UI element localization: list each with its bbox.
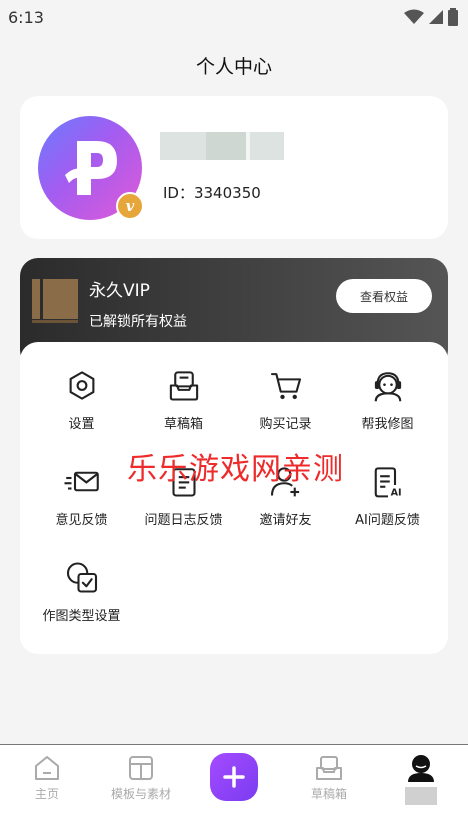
- menu-label: 意见反馈: [55, 513, 108, 528]
- watermark-text: 乐乐游戏网亲测: [127, 452, 344, 487]
- vip-badge: v: [116, 192, 144, 220]
- vip-title: 永久VIP: [89, 281, 150, 301]
- cart-icon: [270, 373, 301, 400]
- status-bar: 6:13: [0, 0, 468, 34]
- username-blurred: [160, 132, 284, 160]
- home-icon: [35, 756, 59, 780]
- nav-label: 模板与素材: [110, 787, 171, 801]
- profile-icon: [408, 755, 434, 782]
- menu-label: 设置: [68, 417, 95, 432]
- battery-icon: [448, 8, 458, 26]
- menu-label: 购买记录: [259, 417, 312, 432]
- status-time: 6:13: [8, 7, 44, 27]
- menu-label: 草稿箱: [163, 417, 203, 432]
- page-title: 个人中心: [195, 56, 272, 78]
- support-agent-icon: [374, 372, 401, 402]
- menu-item-drawing-type-settings[interactable]: 作图类型设置: [28, 534, 135, 624]
- create-button[interactable]: [210, 753, 258, 801]
- status-icons: [404, 8, 458, 26]
- wifi-icon: [404, 9, 424, 24]
- nav-label: 草稿箱: [310, 787, 347, 801]
- menu-item-feedback[interactable]: 意见反馈: [28, 438, 135, 528]
- vip-book-icon: [32, 279, 78, 323]
- nav-item-profile[interactable]: [374, 749, 468, 809]
- menu-label: AI问题反馈: [355, 513, 420, 528]
- menu-item-purchase-history[interactable]: 购买记录: [232, 342, 339, 432]
- user-id: ID：3340350: [163, 184, 261, 202]
- menu-card: 设置 草稿箱 购买记录 帮我修图 意见反馈 问题日志反馈 邀请好友 AI AI问…: [20, 342, 448, 654]
- menu-item-settings[interactable]: 设置: [28, 342, 135, 432]
- menu-label: 帮我修图: [361, 417, 414, 432]
- type-settings-icon: [66, 562, 97, 593]
- menu-item-retouch-help[interactable]: 帮我修图: [334, 342, 441, 432]
- bottom-nav: 主页 模板与素材 草稿箱: [0, 744, 468, 832]
- draft-box-icon: [316, 756, 342, 780]
- nav-item-home[interactable]: 主页: [0, 749, 94, 809]
- settings-icon: [69, 371, 94, 400]
- menu-item-drafts[interactable]: 草稿箱: [130, 342, 237, 432]
- app-logo-icon: [65, 141, 117, 195]
- plus-icon: [223, 766, 245, 788]
- nav-item-drafts[interactable]: 草稿箱: [282, 749, 376, 809]
- menu-label: 问题日志反馈: [144, 513, 223, 528]
- draft-box-icon: [169, 371, 198, 401]
- ai-document-icon: AI: [374, 467, 401, 499]
- signal-icon: [429, 10, 443, 24]
- svg-text:AI: AI: [390, 488, 401, 499]
- nav-label: 主页: [34, 787, 59, 801]
- profile-card[interactable]: v ID：3340350: [20, 96, 448, 239]
- template-icon: [129, 756, 153, 780]
- nav-item-templates[interactable]: 模板与素材: [94, 749, 188, 809]
- menu-item-ai-feedback[interactable]: AI AI问题反馈: [334, 438, 441, 528]
- menu-label: 作图类型设置: [42, 609, 121, 624]
- profile-label-placeholder: [405, 787, 437, 805]
- vip-subtitle: 已解锁所有权益: [89, 314, 187, 330]
- mail-icon: [64, 471, 99, 492]
- menu-label: 邀请好友: [259, 513, 312, 528]
- view-benefits-button[interactable]: 查看权益: [336, 279, 432, 313]
